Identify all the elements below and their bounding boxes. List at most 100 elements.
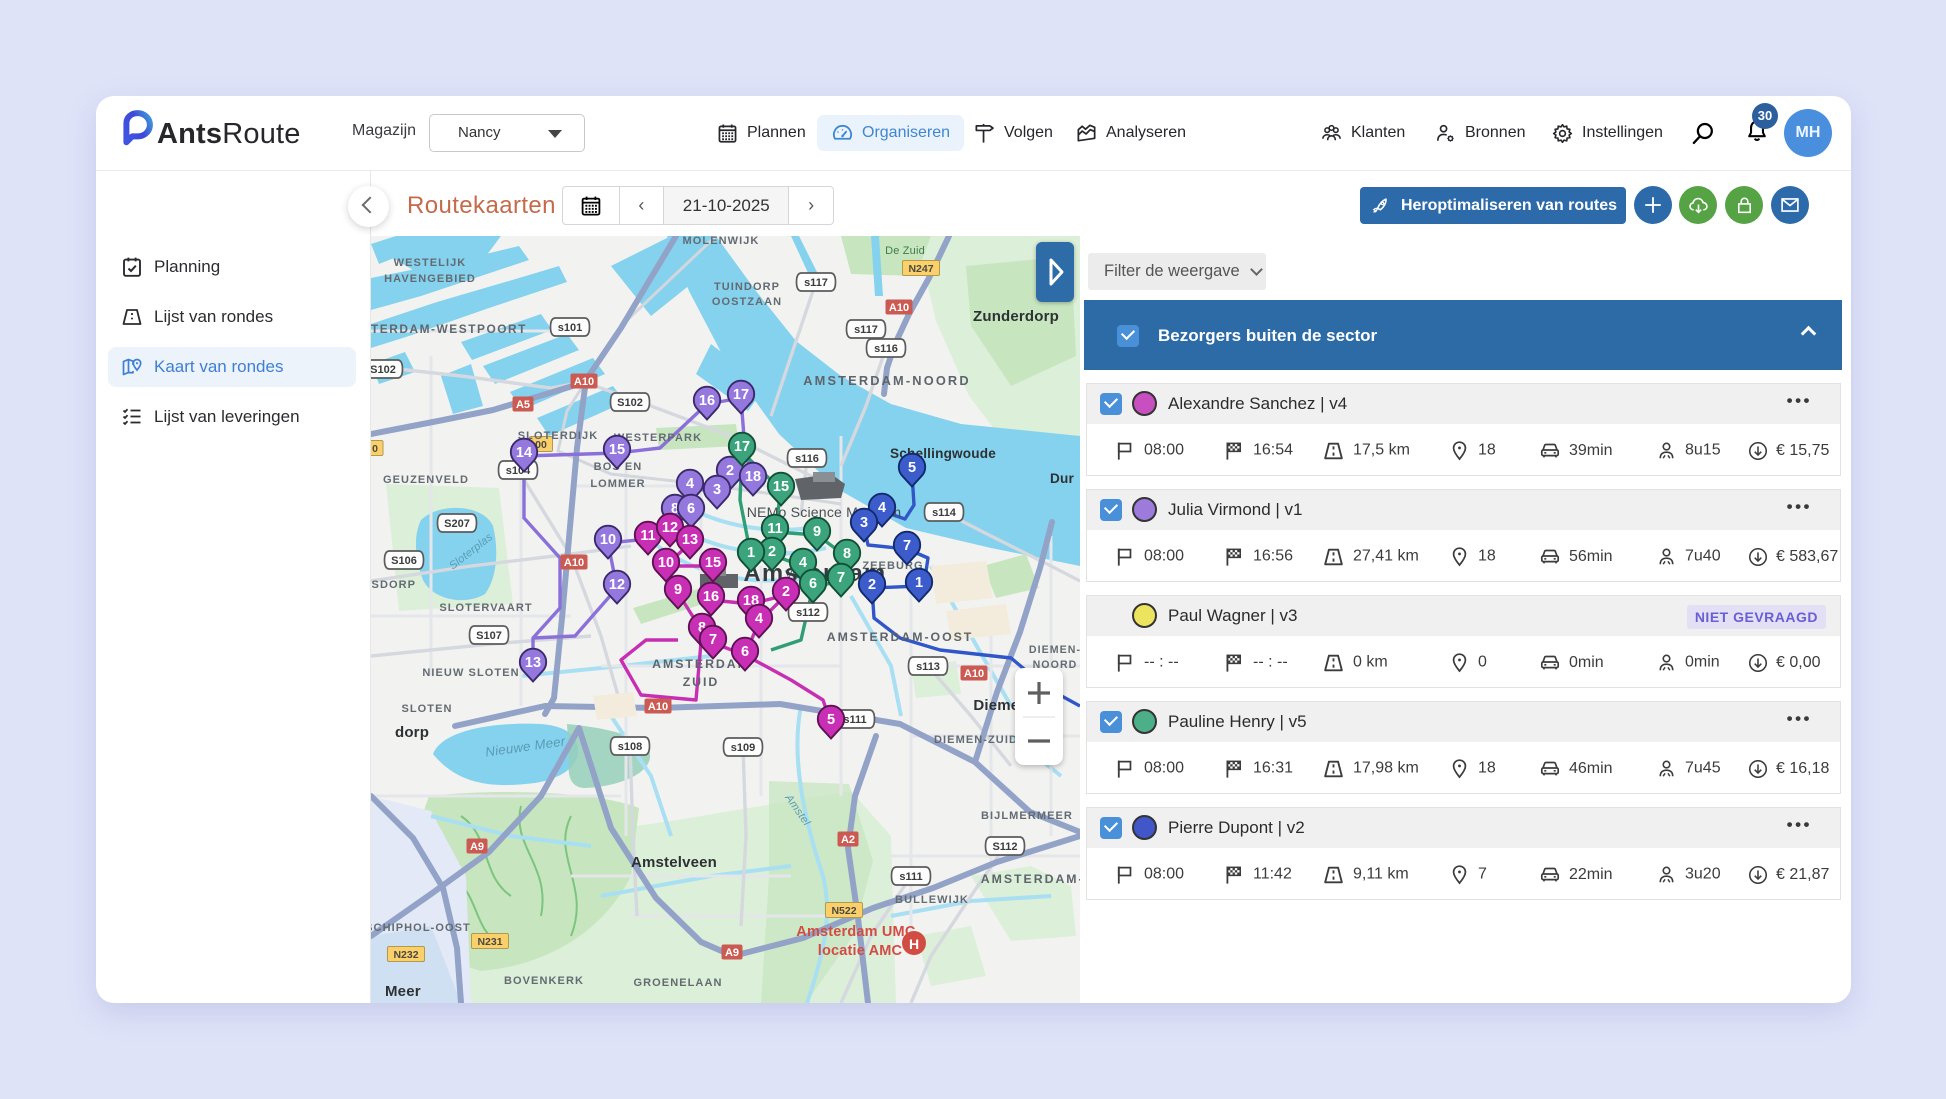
svg-text:3: 3 — [860, 515, 868, 531]
svg-text:MOLENWIJK: MOLENWIJK — [683, 236, 760, 247]
svg-text:12: 12 — [609, 577, 625, 593]
svg-text:s116: s116 — [874, 343, 898, 355]
svg-text:AMSTERDAM-ZUID: AMSTERDAM-ZUID — [981, 872, 1080, 886]
svg-text:2: 2 — [768, 544, 776, 560]
svg-text:s114: s114 — [932, 507, 957, 519]
svg-text:WESTELIJK: WESTELIJK — [394, 257, 467, 269]
svg-text:2: 2 — [868, 577, 876, 593]
svg-text:Amstelveen: Amstelveen — [631, 854, 717, 871]
svg-text:s101: s101 — [558, 322, 582, 334]
svg-text:1: 1 — [747, 545, 755, 561]
svg-text:N231: N231 — [477, 936, 502, 948]
svg-text:DIEMEN-: DIEMEN- — [1029, 644, 1080, 656]
svg-text:9: 9 — [813, 524, 821, 540]
svg-text:6: 6 — [741, 644, 749, 660]
svg-text:9: 9 — [674, 582, 682, 598]
svg-text:0: 0 — [372, 443, 378, 455]
svg-text:N232: N232 — [393, 949, 418, 961]
svg-text:S106: S106 — [391, 555, 417, 567]
svg-text:Zunderdorp: Zunderdorp — [973, 308, 1059, 325]
svg-text:16: 16 — [699, 393, 715, 409]
svg-text:4: 4 — [686, 476, 694, 492]
svg-text:TERDAM-WESTPOORT: TERDAM-WESTPOORT — [371, 322, 527, 336]
svg-text:3: 3 — [713, 482, 721, 498]
svg-text:10: 10 — [658, 555, 674, 571]
svg-text:NIEUW SLOTEN: NIEUW SLOTEN — [422, 667, 519, 679]
svg-text:HAVENGEBIED: HAVENGEBIED — [384, 273, 476, 285]
svg-text:AMSTERDAM-NOORD: AMSTERDAM-NOORD — [803, 373, 970, 388]
svg-text:N522: N522 — [831, 905, 856, 917]
svg-text:N247: N247 — [908, 263, 933, 275]
svg-text:A9: A9 — [470, 841, 484, 853]
svg-text:s112: s112 — [796, 607, 820, 619]
svg-text:16: 16 — [703, 589, 719, 605]
svg-text:15: 15 — [773, 479, 789, 495]
svg-text:17: 17 — [733, 387, 749, 403]
svg-text:BIJLMERMEER: BIJLMERMEER — [981, 810, 1073, 822]
svg-text:H: H — [909, 936, 919, 952]
svg-text:GROENELAAN: GROENELAAN — [633, 977, 722, 989]
svg-text:SCHIPHOL-OOST: SCHIPHOL-OOST — [371, 922, 471, 934]
svg-text:2: 2 — [782, 584, 790, 600]
svg-text:A2: A2 — [841, 834, 855, 846]
svg-text:7: 7 — [709, 632, 717, 648]
svg-text:S107: S107 — [476, 630, 502, 642]
svg-text:AMSTERDAM-OOST: AMSTERDAM-OOST — [827, 630, 974, 644]
svg-text:S102: S102 — [617, 397, 643, 409]
svg-text:6: 6 — [809, 576, 817, 592]
svg-text:s113: s113 — [916, 661, 940, 673]
svg-text:1: 1 — [915, 575, 923, 591]
svg-text:A10: A10 — [648, 701, 668, 713]
svg-text:A9: A9 — [725, 947, 739, 959]
svg-text:13: 13 — [682, 532, 698, 548]
svg-text:s108: s108 — [618, 741, 642, 753]
svg-text:TUINDORP: TUINDORP — [714, 281, 780, 293]
svg-text:4: 4 — [878, 500, 886, 516]
svg-text:locatie AMC: locatie AMC — [818, 943, 903, 959]
svg-text:2: 2 — [726, 463, 734, 479]
svg-text:GEUZENVELD: GEUZENVELD — [383, 474, 469, 486]
svg-text:OOSTZAAN: OOSTZAAN — [712, 296, 782, 308]
svg-text:18: 18 — [745, 469, 761, 485]
svg-text:14: 14 — [516, 445, 532, 461]
svg-text:S102: S102 — [371, 364, 396, 376]
svg-text:13: 13 — [525, 655, 541, 671]
svg-text:s116: s116 — [795, 453, 819, 465]
svg-text:11: 11 — [640, 528, 655, 544]
svg-text:S112: S112 — [992, 841, 1017, 853]
svg-text:s111: s111 — [899, 871, 922, 883]
svg-text:7: 7 — [837, 570, 845, 586]
svg-text:s117: s117 — [804, 277, 828, 289]
svg-text:BOVENKERK: BOVENKERK — [504, 975, 584, 987]
svg-text:dorp: dorp — [395, 724, 429, 741]
svg-text:10: 10 — [600, 532, 616, 548]
svg-text:s109: s109 — [731, 742, 755, 754]
svg-text:Dur: Dur — [1050, 471, 1074, 486]
svg-text:A10: A10 — [564, 557, 584, 569]
svg-text:12: 12 — [662, 520, 678, 536]
svg-text:5: 5 — [908, 460, 916, 476]
svg-text:17: 17 — [734, 439, 750, 455]
svg-text:DIEMEN-ZUID: DIEMEN-ZUID — [934, 734, 1018, 746]
svg-text:A10: A10 — [574, 376, 594, 388]
svg-text:A5: A5 — [516, 399, 530, 411]
svg-text:s111: s111 — [843, 714, 866, 726]
svg-text:4: 4 — [755, 611, 763, 627]
svg-text:8: 8 — [843, 546, 851, 562]
svg-text:LOMMER: LOMMER — [590, 478, 645, 490]
svg-text:SLOTERVAART: SLOTERVAART — [439, 602, 532, 614]
svg-text:7: 7 — [903, 538, 911, 554]
svg-text:11: 11 — [767, 521, 782, 537]
svg-text:6: 6 — [687, 501, 695, 517]
svg-text:SLOTEN: SLOTEN — [401, 703, 452, 715]
svg-text:A10: A10 — [889, 302, 909, 314]
svg-text:4: 4 — [799, 555, 807, 571]
svg-text:Meer: Meer — [385, 983, 421, 1000]
svg-text:5: 5 — [827, 712, 835, 728]
svg-text:Amsterdam UMC,: Amsterdam UMC, — [796, 924, 919, 940]
svg-text:De Zuid: De Zuid — [885, 245, 925, 257]
svg-text:A10: A10 — [964, 668, 984, 680]
svg-text:S207: S207 — [444, 518, 470, 530]
svg-text:ZUID: ZUID — [683, 675, 720, 689]
svg-text:s117: s117 — [854, 324, 878, 336]
